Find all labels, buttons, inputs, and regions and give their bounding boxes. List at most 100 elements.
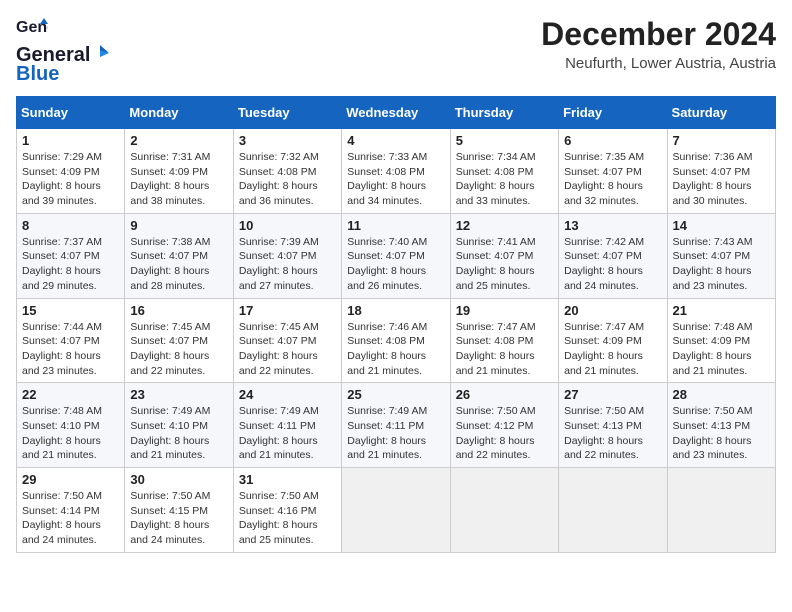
day-number: 2 [130,133,227,148]
day-number: 31 [239,472,336,487]
calendar-week-row: 8 Sunrise: 7:37 AMSunset: 4:07 PMDayligh… [17,213,776,298]
day-info: Sunrise: 7:35 AMSunset: 4:07 PMDaylight:… [564,150,661,209]
calendar-cell: 4 Sunrise: 7:33 AMSunset: 4:08 PMDayligh… [342,129,450,214]
day-info: Sunrise: 7:33 AMSunset: 4:08 PMDaylight:… [347,150,444,209]
calendar-cell: 23 Sunrise: 7:49 AMSunset: 4:10 PMDaylig… [125,383,233,468]
calendar-cell: 2 Sunrise: 7:31 AMSunset: 4:09 PMDayligh… [125,129,233,214]
month-title: December 2024 [541,16,776,53]
page-header: General General Blue December 2024 Neufu… [16,16,776,86]
day-number: 13 [564,218,661,233]
col-sunday: Sunday [17,97,125,129]
calendar-cell: 8 Sunrise: 7:37 AMSunset: 4:07 PMDayligh… [17,213,125,298]
col-saturday: Saturday [667,97,775,129]
day-info: Sunrise: 7:38 AMSunset: 4:07 PMDaylight:… [130,235,227,294]
calendar-header-row: Sunday Monday Tuesday Wednesday Thursday… [17,97,776,129]
day-number: 19 [456,303,553,318]
logo-blue: Blue [16,63,59,86]
day-number: 28 [673,387,770,402]
calendar-cell [342,468,450,553]
day-info: Sunrise: 7:48 AMSunset: 4:09 PMDaylight:… [673,320,770,379]
calendar-cell: 17 Sunrise: 7:45 AMSunset: 4:07 PMDaylig… [233,298,341,383]
day-info: Sunrise: 7:45 AMSunset: 4:07 PMDaylight:… [130,320,227,379]
day-info: Sunrise: 7:47 AMSunset: 4:09 PMDaylight:… [564,320,661,379]
day-number: 15 [22,303,119,318]
day-info: Sunrise: 7:48 AMSunset: 4:10 PMDaylight:… [22,404,119,463]
day-info: Sunrise: 7:50 AMSunset: 4:15 PMDaylight:… [130,489,227,548]
logo-bird-icon [91,43,109,61]
day-number: 25 [347,387,444,402]
calendar-cell: 22 Sunrise: 7:48 AMSunset: 4:10 PMDaylig… [17,383,125,468]
day-number: 9 [130,218,227,233]
day-info: Sunrise: 7:50 AMSunset: 4:12 PMDaylight:… [456,404,553,463]
calendar-week-row: 29 Sunrise: 7:50 AMSunset: 4:14 PMDaylig… [17,468,776,553]
calendar-cell: 28 Sunrise: 7:50 AMSunset: 4:13 PMDaylig… [667,383,775,468]
calendar-cell: 1 Sunrise: 7:29 AMSunset: 4:09 PMDayligh… [17,129,125,214]
calendar-cell: 15 Sunrise: 7:44 AMSunset: 4:07 PMDaylig… [17,298,125,383]
calendar-cell [667,468,775,553]
calendar-cell: 14 Sunrise: 7:43 AMSunset: 4:07 PMDaylig… [667,213,775,298]
day-number: 5 [456,133,553,148]
day-number: 17 [239,303,336,318]
calendar-cell: 5 Sunrise: 7:34 AMSunset: 4:08 PMDayligh… [450,129,558,214]
day-number: 16 [130,303,227,318]
title-section: December 2024 Neufurth, Lower Austria, A… [541,16,776,72]
calendar-table: Sunday Monday Tuesday Wednesday Thursday… [16,96,776,553]
calendar-cell: 31 Sunrise: 7:50 AMSunset: 4:16 PMDaylig… [233,468,341,553]
calendar-cell: 7 Sunrise: 7:36 AMSunset: 4:07 PMDayligh… [667,129,775,214]
calendar-cell: 10 Sunrise: 7:39 AMSunset: 4:07 PMDaylig… [233,213,341,298]
day-info: Sunrise: 7:50 AMSunset: 4:16 PMDaylight:… [239,489,336,548]
day-info: Sunrise: 7:47 AMSunset: 4:08 PMDaylight:… [456,320,553,379]
calendar-cell: 18 Sunrise: 7:46 AMSunset: 4:08 PMDaylig… [342,298,450,383]
col-wednesday: Wednesday [342,97,450,129]
calendar-cell: 27 Sunrise: 7:50 AMSunset: 4:13 PMDaylig… [559,383,667,468]
day-info: Sunrise: 7:50 AMSunset: 4:13 PMDaylight:… [673,404,770,463]
calendar-cell: 6 Sunrise: 7:35 AMSunset: 4:07 PMDayligh… [559,129,667,214]
day-number: 12 [456,218,553,233]
day-number: 4 [347,133,444,148]
col-monday: Monday [125,97,233,129]
col-friday: Friday [559,97,667,129]
day-info: Sunrise: 7:45 AMSunset: 4:07 PMDaylight:… [239,320,336,379]
day-number: 29 [22,472,119,487]
day-number: 1 [22,133,119,148]
day-number: 27 [564,387,661,402]
day-info: Sunrise: 7:49 AMSunset: 4:10 PMDaylight:… [130,404,227,463]
day-info: Sunrise: 7:44 AMSunset: 4:07 PMDaylight:… [22,320,119,379]
day-number: 24 [239,387,336,402]
calendar-cell: 16 Sunrise: 7:45 AMSunset: 4:07 PMDaylig… [125,298,233,383]
calendar-cell [559,468,667,553]
calendar-week-row: 15 Sunrise: 7:44 AMSunset: 4:07 PMDaylig… [17,298,776,383]
subtitle: Neufurth, Lower Austria, Austria [541,55,776,72]
day-number: 22 [22,387,119,402]
calendar-cell: 3 Sunrise: 7:32 AMSunset: 4:08 PMDayligh… [233,129,341,214]
calendar-week-row: 1 Sunrise: 7:29 AMSunset: 4:09 PMDayligh… [17,129,776,214]
day-number: 21 [673,303,770,318]
day-info: Sunrise: 7:31 AMSunset: 4:09 PMDaylight:… [130,150,227,209]
calendar-cell: 19 Sunrise: 7:47 AMSunset: 4:08 PMDaylig… [450,298,558,383]
col-thursday: Thursday [450,97,558,129]
day-info: Sunrise: 7:36 AMSunset: 4:07 PMDaylight:… [673,150,770,209]
logo-icon: General [16,16,48,43]
day-info: Sunrise: 7:37 AMSunset: 4:07 PMDaylight:… [22,235,119,294]
calendar-week-row: 22 Sunrise: 7:48 AMSunset: 4:10 PMDaylig… [17,383,776,468]
calendar-cell: 24 Sunrise: 7:49 AMSunset: 4:11 PMDaylig… [233,383,341,468]
day-number: 26 [456,387,553,402]
calendar-cell: 21 Sunrise: 7:48 AMSunset: 4:09 PMDaylig… [667,298,775,383]
day-number: 30 [130,472,227,487]
day-info: Sunrise: 7:49 AMSunset: 4:11 PMDaylight:… [347,404,444,463]
logo: General General Blue [16,16,110,86]
day-number: 8 [22,218,119,233]
day-number: 10 [239,218,336,233]
day-number: 20 [564,303,661,318]
day-info: Sunrise: 7:41 AMSunset: 4:07 PMDaylight:… [456,235,553,294]
calendar-cell [450,468,558,553]
day-info: Sunrise: 7:42 AMSunset: 4:07 PMDaylight:… [564,235,661,294]
day-number: 7 [673,133,770,148]
calendar-cell: 13 Sunrise: 7:42 AMSunset: 4:07 PMDaylig… [559,213,667,298]
day-info: Sunrise: 7:32 AMSunset: 4:08 PMDaylight:… [239,150,336,209]
day-number: 23 [130,387,227,402]
calendar-cell: 25 Sunrise: 7:49 AMSunset: 4:11 PMDaylig… [342,383,450,468]
calendar-cell: 9 Sunrise: 7:38 AMSunset: 4:07 PMDayligh… [125,213,233,298]
calendar-cell: 20 Sunrise: 7:47 AMSunset: 4:09 PMDaylig… [559,298,667,383]
day-info: Sunrise: 7:34 AMSunset: 4:08 PMDaylight:… [456,150,553,209]
